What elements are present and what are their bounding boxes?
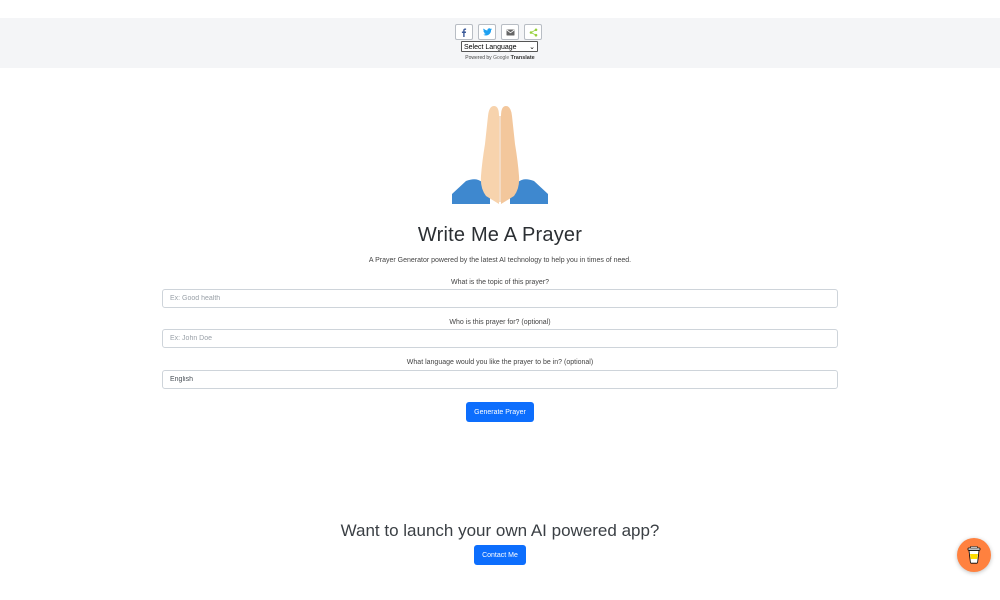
praying-hands-icon bbox=[448, 102, 552, 206]
twitter-icon bbox=[482, 28, 492, 36]
page-title: Write Me A Prayer bbox=[417, 224, 583, 246]
email-share-button[interactable] bbox=[501, 24, 519, 40]
generate-prayer-button[interactable]: Generate Prayer bbox=[466, 402, 534, 422]
twitter-share-button[interactable] bbox=[478, 24, 496, 40]
chevron-down-icon: ⌄ bbox=[529, 44, 535, 51]
share-buttons bbox=[455, 24, 542, 40]
page-subtitle: A Prayer Generator powered by the latest… bbox=[368, 257, 632, 264]
language-select-label: Select Language bbox=[464, 44, 517, 51]
facebook-share-button[interactable] bbox=[455, 24, 473, 40]
language-select[interactable]: Select Language ⌄ bbox=[461, 41, 538, 52]
email-icon bbox=[506, 29, 514, 35]
top-toolbar: Select Language ⌄ Powered by Google Tran… bbox=[0, 18, 1000, 68]
facebook-icon bbox=[461, 28, 467, 37]
topic-label: What is the topic of this prayer? bbox=[450, 279, 550, 286]
share-icon bbox=[529, 28, 537, 36]
language-input[interactable] bbox=[162, 370, 838, 389]
buy-me-a-coffee-button[interactable] bbox=[957, 538, 991, 572]
share-button[interactable] bbox=[524, 24, 542, 40]
contact-me-button[interactable]: Contact Me bbox=[474, 545, 526, 565]
recipient-label: Who is this prayer for? (optional) bbox=[449, 319, 551, 326]
cta-heading: Want to launch your own AI powered app? bbox=[340, 521, 660, 540]
google-logo[interactable]: Google bbox=[493, 55, 509, 61]
google-translate-attribution: Powered by Google Translate bbox=[465, 55, 535, 61]
coffee-cup-icon bbox=[967, 546, 981, 564]
language-label: What language would you like the prayer … bbox=[406, 359, 594, 366]
recipient-input[interactable] bbox=[162, 329, 838, 348]
topic-input[interactable] bbox=[162, 289, 838, 308]
